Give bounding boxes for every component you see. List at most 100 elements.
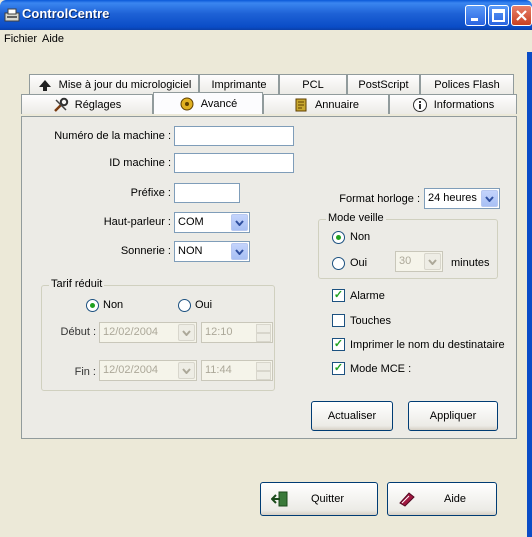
minimize-button[interactable] <box>465 5 486 26</box>
help-book-icon <box>399 492 415 507</box>
alarm-label: Alarme <box>350 290 385 302</box>
tab-info[interactable]: Informations <box>389 94 517 114</box>
ringer-select[interactable]: NON <box>174 241 250 262</box>
sleep-mode-title: Mode veille <box>326 212 386 224</box>
prefix-label: Préfixe : <box>130 187 171 199</box>
start-date-dropdown[interactable] <box>178 324 195 341</box>
tab-flash-fonts-label: Polices Flash <box>434 78 500 91</box>
end-date-dropdown[interactable] <box>178 362 195 379</box>
end-date-picker[interactable]: 12/02/2004 <box>99 360 197 381</box>
menu-help[interactable]: Aide <box>42 33 64 45</box>
machine-number-input[interactable] <box>174 126 294 146</box>
start-time-up[interactable] <box>256 324 271 333</box>
speaker-label: Haut-parleur : <box>103 216 171 228</box>
menu-file[interactable]: Fichier <box>4 33 37 45</box>
tab-pcl[interactable]: PCL <box>279 74 347 94</box>
chevron-down-icon <box>428 258 437 265</box>
mce-mode-label: Mode MCE : <box>350 363 412 375</box>
sleep-mode-no-radio[interactable] <box>332 231 345 244</box>
chevron-down-icon <box>235 219 244 226</box>
start-time-value: 12:10 <box>205 326 233 338</box>
end-time-spinner[interactable]: 11:44 <box>201 360 273 381</box>
start-date-picker[interactable]: 12/02/2004 <box>99 322 197 343</box>
quit-button-label: Quitter <box>311 493 345 505</box>
ringer-label: Sonnerie : <box>120 245 171 257</box>
tools-icon <box>53 97 68 112</box>
sleep-mode-yes-radio[interactable] <box>332 257 345 270</box>
print-recipient-label: Imprimer le nom du destinataire <box>350 339 505 351</box>
window-title: ControlCentre <box>22 6 110 21</box>
end-date-value: 12/02/2004 <box>103 364 159 376</box>
apply-button-label: Appliquer <box>429 410 477 422</box>
start-time-down[interactable] <box>256 333 271 342</box>
chevron-down-icon <box>182 367 191 374</box>
reduced-rate-yes-radio[interactable] <box>178 299 191 312</box>
tab-printer-label: Imprimante <box>211 78 267 91</box>
reduced-rate-yes-label: Oui <box>195 299 213 311</box>
ringer-value: NON <box>178 245 203 257</box>
tab-postscript[interactable]: PostScript <box>347 74 420 94</box>
end-time-value: 11:44 <box>205 364 232 376</box>
tab-postscript-label: PostScript <box>358 78 409 91</box>
exit-icon <box>271 491 288 507</box>
speaker-dropdown-button[interactable] <box>231 214 248 231</box>
sleep-mode-no-label: Non <box>350 231 371 243</box>
tab-pcl-label: PCL <box>302 78 324 91</box>
reduced-rate-no-radio[interactable] <box>86 299 99 312</box>
help-button-label: Aide <box>444 493 467 505</box>
maximize-button[interactable] <box>488 5 509 26</box>
fax-app-icon <box>4 8 20 22</box>
tab-firmware[interactable]: Mise à jour du micrologiciel <box>29 74 199 94</box>
alarm-checkbox[interactable]: ✓ <box>332 289 345 302</box>
keys-checkbox[interactable] <box>332 314 345 327</box>
firmware-icon <box>38 79 51 91</box>
clock-format-select[interactable]: 24 heures <box>424 188 500 209</box>
info-icon <box>412 97 427 112</box>
mce-mode-checkbox[interactable]: ✓ <box>332 362 345 375</box>
help-button[interactable]: Aide <box>387 482 497 516</box>
tab-firmware-label: Mise à jour du micrologiciel <box>58 78 192 91</box>
tab-advanced-label: Avancé <box>200 97 238 110</box>
prefix-input[interactable] <box>174 183 240 203</box>
start-date-value: 12/02/2004 <box>103 326 159 338</box>
tab-directory-label: Annuaire <box>314 98 360 111</box>
refresh-button-label: Actualiser <box>327 410 377 422</box>
tab-advanced[interactable]: Avancé <box>153 92 263 114</box>
end-time-up[interactable] <box>256 362 271 371</box>
chevron-down-icon <box>235 248 244 255</box>
directory-icon <box>295 98 307 111</box>
close-icon <box>516 10 527 21</box>
minimize-icon <box>471 18 478 21</box>
tab-settings[interactable]: Réglages <box>21 94 153 114</box>
print-recipient-checkbox[interactable]: ✓ <box>332 338 345 351</box>
advanced-icon <box>180 97 194 110</box>
start-time-spinner[interactable]: 12:10 <box>201 322 273 343</box>
tab-info-label: Informations <box>433 98 495 111</box>
quit-button[interactable]: Quitter <box>260 482 378 516</box>
clock-format-dropdown[interactable] <box>481 190 498 207</box>
tab-directory[interactable]: Annuaire <box>263 94 389 114</box>
tab-printer[interactable]: Imprimante <box>199 74 279 94</box>
reduced-rate-title: Tarif réduit <box>49 278 105 290</box>
sleep-minutes-dropdown[interactable] <box>424 253 441 270</box>
chevron-down-icon <box>182 329 191 336</box>
chevron-down-icon <box>485 195 494 202</box>
apply-button[interactable]: Appliquer <box>408 401 498 431</box>
ringer-dropdown-button[interactable] <box>231 243 248 260</box>
speaker-value: COM <box>178 216 204 228</box>
start-label: Début : <box>60 326 96 338</box>
menu-bar <box>0 30 532 52</box>
clock-format-label: Format horloge : <box>339 193 420 205</box>
end-label: Fin : <box>74 366 96 378</box>
maximize-icon <box>492 9 505 22</box>
sleep-minutes-spinner[interactable]: 30 <box>395 251 443 272</box>
speaker-select[interactable]: COM <box>174 212 250 233</box>
sleep-mode-yes-label: Oui <box>350 257 368 269</box>
close-button[interactable] <box>511 5 532 26</box>
refresh-button[interactable]: Actualiser <box>311 401 393 431</box>
tab-flash-fonts[interactable]: Polices Flash <box>420 74 514 94</box>
sleep-minutes-value: 30 <box>399 255 412 267</box>
tab-settings-label: Réglages <box>74 98 122 111</box>
machine-id-input[interactable] <box>174 153 294 173</box>
end-time-down[interactable] <box>256 371 271 380</box>
